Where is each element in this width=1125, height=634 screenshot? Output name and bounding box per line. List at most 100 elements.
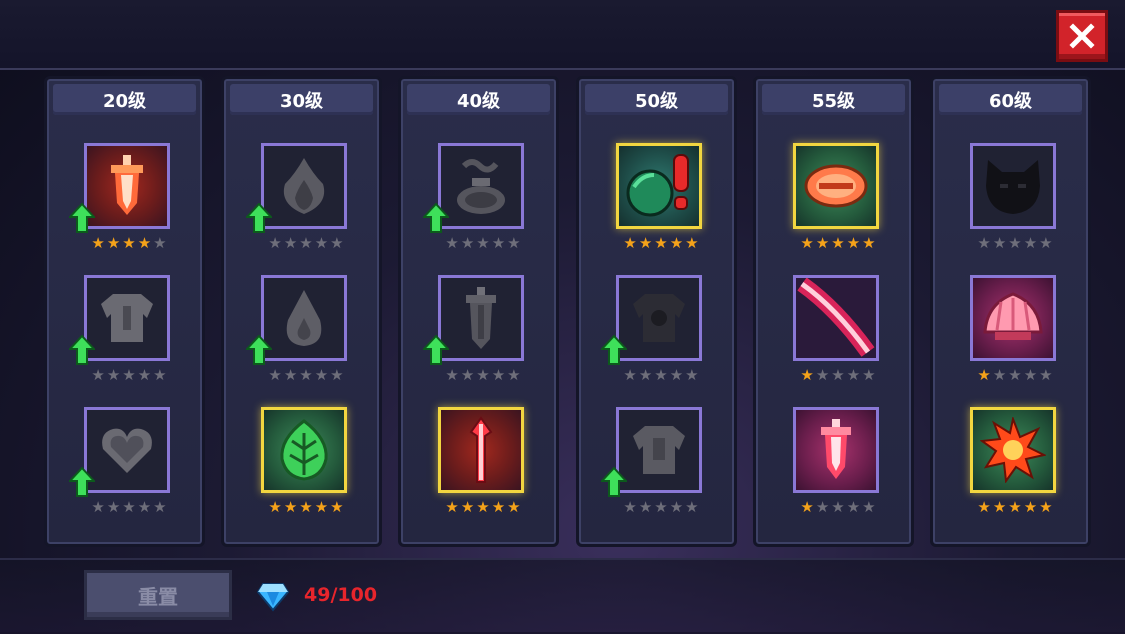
red-sun-icon [980,417,1046,483]
close-button[interactable] [1056,10,1108,62]
star-icon: ★ [491,234,506,252]
star-icon: ★ [654,366,668,384]
skill-tile[interactable] [970,407,1056,493]
star-icon: ★ [669,366,684,384]
star-rating: ★ ★ ★ ★ ★ [616,499,706,515]
skill-tile[interactable] [970,275,1056,361]
skill-tile[interactable] [616,143,702,229]
star-icon: ★ [977,234,991,252]
gray-poison-potion-icon [457,159,505,214]
shadow-beast-icon [986,160,1040,214]
skill-slot: ★ ★ ★ ★ ★ [69,407,174,517]
star-icon: ★ [977,498,991,516]
star-icon: ★ [91,498,105,516]
star-rating: ★ ★ ★ ★ ★ [793,499,883,515]
star-icon: ★ [299,234,313,252]
star-icon: ★ [831,234,845,252]
close-icon [1069,23,1095,49]
level-header: 20级 [53,84,196,115]
star-rating: ★ ★ ★ ★ ★ [616,235,706,251]
star-icon: ★ [330,366,344,384]
skill-tile[interactable] [261,407,347,493]
orange-eye-icon [804,164,868,208]
star-icon: ★ [153,234,167,252]
star-icon: ★ [685,498,699,516]
gray-heart-icon [102,428,152,473]
star-icon: ★ [992,498,1007,516]
skill-tile[interactable] [84,143,170,229]
upgrade-arrow-icon [601,335,627,365]
skill-tile[interactable] [793,143,879,229]
star-icon: ★ [992,234,1007,252]
star-icon: ★ [460,498,475,516]
skill-tile[interactable] [438,275,524,361]
upgrade-arrow-icon [69,203,95,233]
star-icon: ★ [846,234,861,252]
star-rating: ★ ★ ★ ★ ★ [970,499,1060,515]
star-rating: ★ ★ ★ ★ ★ [438,367,528,383]
skill-tile[interactable] [438,407,524,493]
star-icon: ★ [1039,234,1053,252]
star-icon: ★ [862,366,876,384]
skill-tile[interactable] [261,143,347,229]
star-rating: ★ ★ ★ ★ ★ [84,499,174,515]
star-icon: ★ [831,498,845,516]
star-rating: ★ ★ ★ ★ ★ [616,367,706,383]
level-column-60: 60级 ★ ★ ★ ★ ★ ★ ★ ★ ★ ★ ★ ★ ★ ★ ★ [930,76,1091,547]
level-header: 60级 [939,84,1082,115]
skill-tile[interactable] [438,143,524,229]
star-icon: ★ [507,498,521,516]
level-column-40: 40级 ★ ★ ★ ★ ★ ★ ★ ★ ★ ★ ★ ★ ★ ★ ★ [398,76,559,547]
star-icon: ★ [815,234,830,252]
star-rating: ★ ★ ★ ★ ★ [84,367,174,383]
star-icon: ★ [1039,498,1053,516]
upgrade-arrow-icon [69,335,95,365]
star-icon: ★ [815,498,830,516]
star-icon: ★ [846,498,861,516]
star-rating: ★ ★ ★ ★ ★ [793,367,883,383]
skill-tile[interactable] [970,143,1056,229]
reset-button[interactable]: 重置 [84,570,232,620]
red-crystal-sword-icon [111,155,143,215]
star-icon: ★ [1039,366,1053,384]
skill-tile[interactable] [84,275,170,361]
skill-tile[interactable] [261,275,347,361]
gray-armor-icon [101,294,153,342]
star-icon: ★ [507,366,521,384]
upgrade-arrow-icon [423,203,449,233]
star-icon: ★ [623,498,637,516]
skill-slot: ★ ★ ★ ★ ★ [793,407,883,517]
star-icon: ★ [862,498,876,516]
star-icon: ★ [977,366,991,384]
skill-slot: ★ ★ ★ ★ ★ [601,407,706,517]
star-icon: ★ [299,366,313,384]
star-rating: ★ ★ ★ ★ ★ [793,235,883,251]
skill-tile[interactable] [616,407,702,493]
star-icon: ★ [283,498,298,516]
skill-slot: ★ ★ ★ ★ ★ [616,143,706,253]
skill-slot: ★ ★ ★ ★ ★ [69,275,174,385]
skill-tile[interactable] [793,275,879,361]
star-icon: ★ [669,498,684,516]
star-icon: ★ [669,234,684,252]
star-icon: ★ [153,498,167,516]
star-icon: ★ [445,234,459,252]
pink-crystal-sword-icon [821,419,851,479]
skill-tile[interactable] [616,275,702,361]
star-icon: ★ [638,366,653,384]
skill-tile[interactable] [793,407,879,493]
level-column-55: 55级 ★ ★ ★ ★ ★ ★ ★ ★ ★ ★ ★ ★ ★ ★ ★ [753,76,914,547]
star-icon: ★ [623,234,637,252]
star-icon: ★ [862,234,876,252]
star-icon: ★ [137,366,152,384]
star-icon: ★ [314,498,329,516]
star-icon: ★ [122,366,136,384]
level-column-20: 20级 ★ ★ ★ ★ ★ ★ ★ ★ ★ ★ ★ ★ ★ ★ ★ [44,76,205,547]
star-rating: ★ ★ ★ ★ ★ [261,499,351,515]
star-rating: ★ ★ ★ ★ ★ [261,367,351,383]
star-icon: ★ [815,366,830,384]
skill-slot: ★ ★ ★ ★ ★ [423,275,528,385]
star-icon: ★ [654,234,668,252]
star-icon: ★ [1023,498,1038,516]
skill-tile[interactable] [84,407,170,493]
